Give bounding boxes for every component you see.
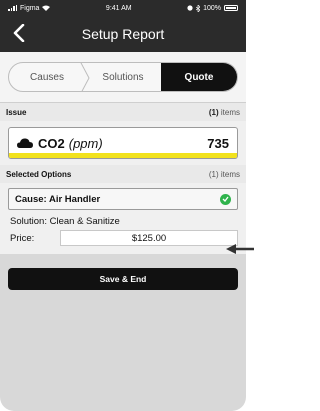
issue-name: CO2 — [38, 135, 65, 151]
save-end-button[interactable]: Save & End — [8, 268, 238, 290]
issue-value: 735 — [207, 135, 229, 151]
tab-quote[interactable]: Quote — [161, 63, 237, 91]
tab-solutions[interactable]: Solutions — [85, 63, 161, 91]
signal-icon — [8, 5, 17, 11]
chevron-left-icon — [13, 24, 25, 42]
battery-percent: 100% — [203, 4, 221, 12]
cloud-icon — [17, 138, 33, 148]
alarm-icon — [187, 5, 193, 11]
issue-section-title: Issue — [6, 107, 27, 117]
status-bar: Figma 9:41 AM 100% — [0, 0, 246, 16]
page-title: Setup Report — [81, 26, 165, 42]
carrier-label: Figma — [20, 4, 40, 12]
check-circle-icon — [220, 193, 231, 205]
issue-section-header: Issue (1) items — [0, 103, 246, 121]
tab-solutions-label: Solutions — [102, 71, 144, 83]
arrow-left-icon — [226, 244, 254, 254]
price-label: Price: — [10, 232, 35, 244]
bluetooth-icon — [196, 4, 201, 12]
options-section-header: Selected Options (1) items — [0, 165, 246, 183]
issue-unit: (ppm) — [68, 135, 103, 151]
cause-label: Cause: Air Handler — [15, 193, 101, 205]
issue-section-count: (1) items — [208, 107, 240, 117]
wifi-icon — [42, 5, 51, 11]
phone-screen: Figma 9:41 AM 100% Setup Report Causes S… — [0, 0, 246, 411]
issue-card[interactable]: CO2 (ppm) 735 — [8, 127, 238, 159]
options-section-title: Selected Options — [6, 169, 72, 179]
issue-list: CO2 (ppm) 735 — [0, 121, 246, 165]
battery-icon — [223, 5, 238, 11]
back-button[interactable] — [6, 20, 32, 46]
navigation-bar: Setup Report — [0, 16, 246, 52]
tab-causes-label: Causes — [30, 71, 64, 83]
tab-quote-label: Quote — [184, 71, 214, 83]
price-row: Price: $125.00 — [8, 230, 238, 246]
solution-label: Solution: Clean & Sanitize — [10, 216, 120, 227]
selected-option-card: Cause: Air Handler Solution: Clean & San… — [0, 183, 246, 254]
tab-causes[interactable]: Causes — [9, 63, 90, 91]
options-section-count: (1) items — [208, 169, 240, 179]
status-bar-yellow — [9, 153, 237, 158]
step-tabs: Causes Solutions Quote — [8, 62, 238, 92]
cause-row[interactable]: Cause: Air Handler — [8, 188, 238, 210]
status-time: 9:41 AM — [105, 4, 132, 12]
tab-bar-container: Causes Solutions Quote — [0, 52, 246, 103]
price-input[interactable]: $125.00 — [60, 230, 238, 246]
